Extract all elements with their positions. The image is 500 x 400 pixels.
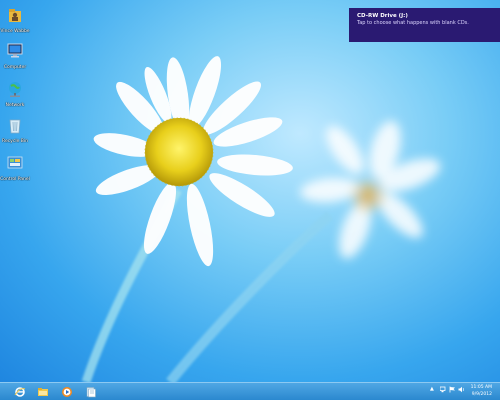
documents-icon — [86, 386, 96, 397]
show-hidden-icons-button[interactable]: ▲ — [430, 386, 434, 392]
action-center-button[interactable] — [449, 386, 456, 395]
desktop-icon-recycle-bin[interactable]: Recycle Bin — [0, 116, 30, 144]
daisy-wallpaper — [81, 56, 441, 382]
desktop-icon-label: Computer — [3, 65, 27, 70]
desktop-icon-label: Network — [5, 103, 25, 108]
network-status-icon — [439, 386, 446, 393]
taskbar-button-internet-explorer[interactable] — [10, 384, 30, 399]
taskbar-button-media-player[interactable] — [57, 384, 77, 399]
clock-time: 11:05 AM — [470, 385, 492, 390]
autoplay-notification[interactable]: CD-RW Drive (J:) Tap to choose what happ… — [349, 8, 500, 42]
file-explorer-icon — [38, 387, 48, 396]
desktop-icon-label: Control Panel — [0, 177, 30, 182]
notification-title: CD-RW Drive (J:) — [357, 13, 408, 19]
flag-icon — [449, 386, 455, 393]
desktop-icon-computer[interactable]: Computer — [0, 42, 30, 70]
recycle-bin-icon — [9, 119, 21, 134]
network-icon — [9, 82, 21, 97]
desktop-icon-label: Recycle Bin — [2, 139, 28, 144]
internet-explorer-icon — [14, 386, 26, 397]
taskbar: ▲ 11:05 AM 9/9/2012 — [0, 382, 500, 400]
system-clock[interactable]: 11:05 AM 9/9/2012 — [471, 384, 492, 398]
desktop-icon-control-panel[interactable]: Control Panel — [0, 154, 30, 182]
desktop-icon-network[interactable]: Network — [0, 80, 30, 108]
user-folder-icon — [9, 9, 21, 22]
chevron-up-icon: ▲ — [430, 386, 434, 392]
desktop[interactable]: Vince Wabbe Computer Network Recycle Bin — [0, 0, 500, 382]
clock-date: 9/9/2012 — [471, 392, 492, 397]
network-status-button[interactable] — [439, 386, 447, 395]
computer-icon — [7, 43, 23, 58]
control-panel-icon — [7, 156, 23, 169]
desktop-icon-user-folder[interactable]: Vince Wabbe — [0, 6, 30, 34]
media-player-icon — [62, 386, 72, 397]
taskbar-button-documents[interactable] — [81, 384, 101, 399]
taskbar-button-file-explorer[interactable] — [33, 384, 53, 399]
notification-body: Tap to choose what happens with blank CD… — [357, 20, 469, 26]
desktop-icon-label: Vince Wabbe — [0, 29, 30, 34]
volume-icon — [458, 386, 464, 393]
volume-button[interactable] — [458, 386, 465, 395]
